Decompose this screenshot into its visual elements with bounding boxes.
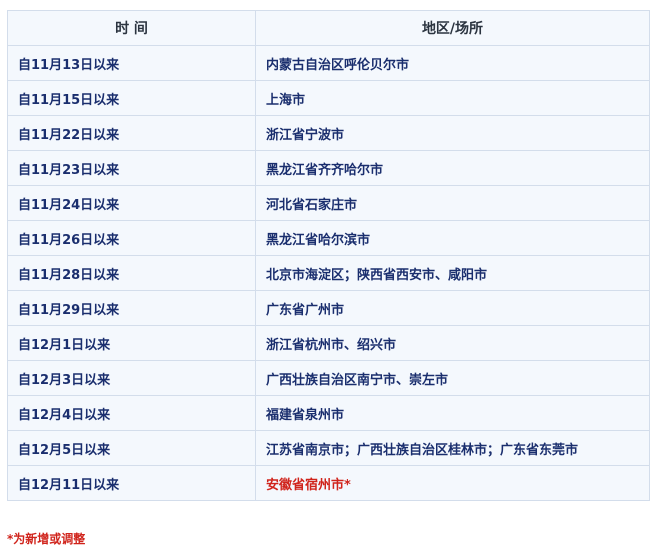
row-location: 黑龙江省哈尔滨市 [255, 220, 650, 256]
row-location: 江苏省南京市；广西壮族自治区桂林市；广东省东莞市 [255, 430, 650, 466]
row-time: 自11月26日以来 [7, 220, 256, 256]
row-time: 自12月5日以来 [7, 430, 256, 466]
row-time: 自11月29日以来 [7, 290, 256, 326]
risk-area-table: 时 间 地区/场所 自11月13日以来 内蒙古自治区呼伦贝尔市 自11月15日以… [7, 10, 650, 501]
table-row: 自11月22日以来 浙江省宁波市 [7, 115, 650, 151]
table-row: 自12月11日以来 安徽省宿州市* [7, 465, 650, 501]
row-location-highlighted: 安徽省宿州市* [255, 465, 650, 501]
row-location: 浙江省杭州市、绍兴市 [255, 325, 650, 361]
table-row: 自11月23日以来 黑龙江省齐齐哈尔市 [7, 150, 650, 186]
row-location: 广东省广州市 [255, 290, 650, 326]
table-row: 自12月5日以来 江苏省南京市；广西壮族自治区桂林市；广东省东莞市 [7, 430, 650, 466]
footnote: *为新增或调整 [7, 532, 86, 546]
header-location: 地区/场所 [255, 10, 650, 46]
table-row: 自11月28日以来 北京市海淀区；陕西省西安市、咸阳市 [7, 255, 650, 291]
table-row: 自12月4日以来 福建省泉州市 [7, 395, 650, 431]
row-time: 自12月3日以来 [7, 360, 256, 396]
row-location: 北京市海淀区；陕西省西安市、咸阳市 [255, 255, 650, 291]
row-location: 黑龙江省齐齐哈尔市 [255, 150, 650, 186]
row-location: 河北省石家庄市 [255, 185, 650, 221]
table-row: 自11月26日以来 黑龙江省哈尔滨市 [7, 220, 650, 256]
table-row: 自11月15日以来 上海市 [7, 80, 650, 116]
header-time: 时 间 [7, 10, 256, 46]
row-location: 上海市 [255, 80, 650, 116]
row-location: 广西壮族自治区南宁市、崇左市 [255, 360, 650, 396]
risk-area-table-container: 时 间 地区/场所 自11月13日以来 内蒙古自治区呼伦贝尔市 自11月15日以… [7, 10, 650, 501]
row-time: 自11月24日以来 [7, 185, 256, 221]
row-time: 自12月1日以来 [7, 325, 256, 361]
table-row: 自12月1日以来 浙江省杭州市、绍兴市 [7, 325, 650, 361]
row-time: 自11月28日以来 [7, 255, 256, 291]
row-location: 内蒙古自治区呼伦贝尔市 [255, 45, 650, 81]
table-row: 自11月13日以来 内蒙古自治区呼伦贝尔市 [7, 45, 650, 81]
table-row: 自11月24日以来 河北省石家庄市 [7, 185, 650, 221]
row-location: 浙江省宁波市 [255, 115, 650, 151]
row-time: 自11月23日以来 [7, 150, 256, 186]
row-time: 自11月15日以来 [7, 80, 256, 116]
table-row: 自11月29日以来 广东省广州市 [7, 290, 650, 326]
row-time: 自11月13日以来 [7, 45, 256, 81]
row-time: 自12月11日以来 [7, 465, 256, 501]
row-time: 自11月22日以来 [7, 115, 256, 151]
table-row: 自12月3日以来 广西壮族自治区南宁市、崇左市 [7, 360, 650, 396]
row-time: 自12月4日以来 [7, 395, 256, 431]
row-location: 福建省泉州市 [255, 395, 650, 431]
table-header-row: 时 间 地区/场所 [7, 10, 650, 46]
